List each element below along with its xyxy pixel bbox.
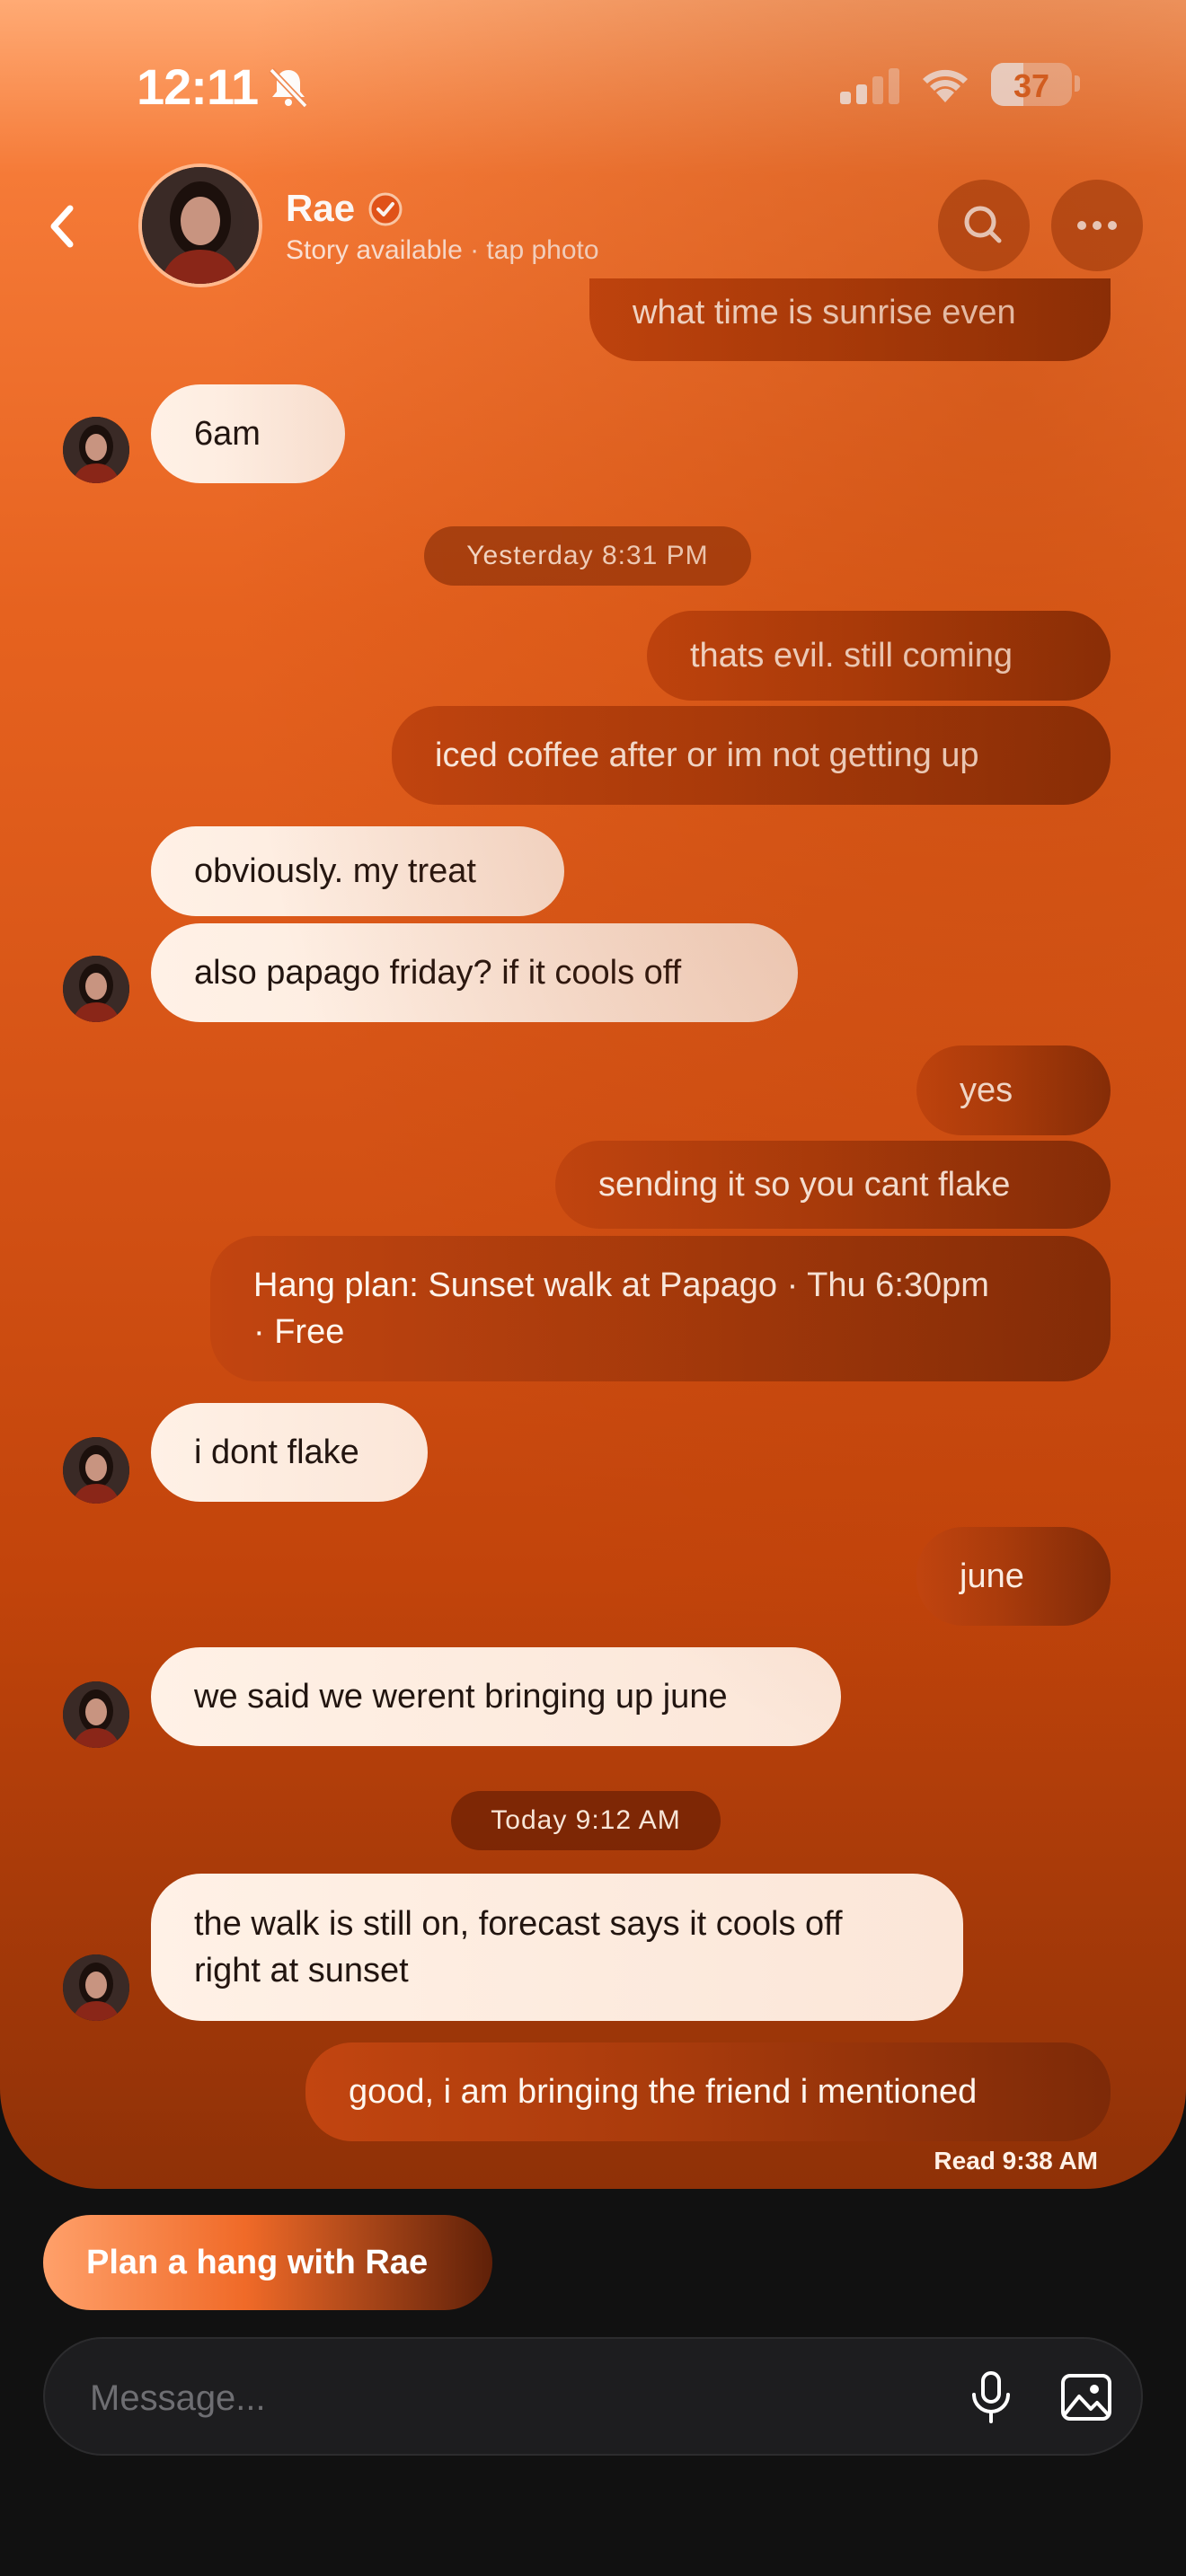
message-text: what time is sunrise even bbox=[633, 294, 1016, 331]
incoming-message[interactable]: the walk is still on, forecast says it c… bbox=[151, 1874, 963, 2021]
outgoing-message[interactable]: thats evil. still coming bbox=[647, 611, 1111, 701]
microphone-icon[interactable] bbox=[960, 2366, 1022, 2429]
hang-plan-message[interactable]: Hang plan: Sunset walk at Papago · Thu 6… bbox=[210, 1236, 1111, 1381]
outgoing-message[interactable]: yes bbox=[916, 1045, 1111, 1135]
avatar[interactable] bbox=[63, 1681, 129, 1748]
message-text: thats evil. still coming bbox=[690, 637, 1013, 675]
plan-hang-label: Plan a hang with Rae bbox=[86, 2243, 429, 2281]
outgoing-message[interactable]: good, i am bringing the friend i mention… bbox=[305, 2042, 1111, 2141]
outgoing-message[interactable]: sending it so you cant flake bbox=[555, 1141, 1111, 1229]
avatar[interactable] bbox=[63, 417, 129, 483]
message-text: i dont flake bbox=[194, 1434, 359, 1471]
more-button[interactable] bbox=[1051, 180, 1143, 271]
message-text: sending it so you cant flake bbox=[598, 1166, 1011, 1204]
incoming-message[interactable]: obviously. my treat bbox=[151, 826, 564, 916]
verified-check-icon bbox=[368, 192, 403, 226]
status-time: 12:11 bbox=[137, 58, 259, 115]
avatar[interactable] bbox=[63, 956, 129, 1022]
message-text: iced coffee after or im not getting up bbox=[435, 737, 979, 774]
message-text: 6am bbox=[194, 415, 261, 453]
avatar[interactable] bbox=[63, 1437, 129, 1504]
message-text: we said we werent bringing up june bbox=[194, 1678, 728, 1716]
avatar[interactable] bbox=[63, 1954, 129, 2021]
read-receipt: Read 9:38 AM bbox=[934, 2147, 1098, 2175]
more-dots-icon bbox=[1077, 221, 1117, 230]
plan-hang-button[interactable]: Plan a hang with Rae bbox=[43, 2215, 492, 2310]
message-text: the walk is still on, forecast says it c… bbox=[194, 1905, 843, 1989]
incoming-message[interactable]: also papago friday? if it cools off bbox=[151, 923, 798, 1022]
image-icon[interactable] bbox=[1055, 2366, 1118, 2429]
search-icon bbox=[964, 206, 1002, 243]
timestamp-divider: Yesterday 8:31 PM bbox=[424, 526, 751, 586]
message-text: also papago friday? if it cools off bbox=[194, 954, 682, 992]
message-composer bbox=[43, 2337, 1143, 2456]
outgoing-message[interactable]: what time is sunrise even bbox=[589, 278, 1111, 361]
battery-icon: 37 bbox=[991, 63, 1072, 106]
message-text: good, i am bringing the friend i mention… bbox=[349, 2073, 978, 2111]
contact-subtitle[interactable]: Story available · tap photo bbox=[286, 235, 599, 266]
wifi-icon bbox=[923, 69, 968, 102]
signal-icon bbox=[840, 68, 899, 104]
message-text: obviously. my treat bbox=[194, 852, 476, 890]
timestamp-divider: Today 9:12 AM bbox=[451, 1791, 721, 1850]
bell-slash-icon bbox=[269, 67, 308, 109]
incoming-message[interactable]: i dont flake bbox=[151, 1403, 428, 1502]
message-text: Hang plan: Sunset walk at Papago · Thu 6… bbox=[253, 1266, 989, 1351]
back-chevron-icon[interactable] bbox=[40, 199, 84, 253]
message-text: june bbox=[960, 1557, 1024, 1595]
contact-name[interactable]: Rae bbox=[286, 187, 355, 230]
incoming-message[interactable]: 6am bbox=[151, 384, 345, 483]
outgoing-message[interactable]: iced coffee after or im not getting up bbox=[392, 706, 1111, 805]
chat-area: 12:11 37 Rae Story available · tap photo… bbox=[0, 0, 1186, 2189]
message-text: yes bbox=[960, 1072, 1013, 1109]
incoming-message[interactable]: we said we werent bringing up june bbox=[151, 1647, 841, 1746]
outgoing-message[interactable]: june bbox=[916, 1527, 1111, 1626]
contact-avatar[interactable] bbox=[142, 167, 259, 284]
message-input[interactable] bbox=[88, 2366, 900, 2430]
search-button[interactable] bbox=[938, 180, 1030, 271]
